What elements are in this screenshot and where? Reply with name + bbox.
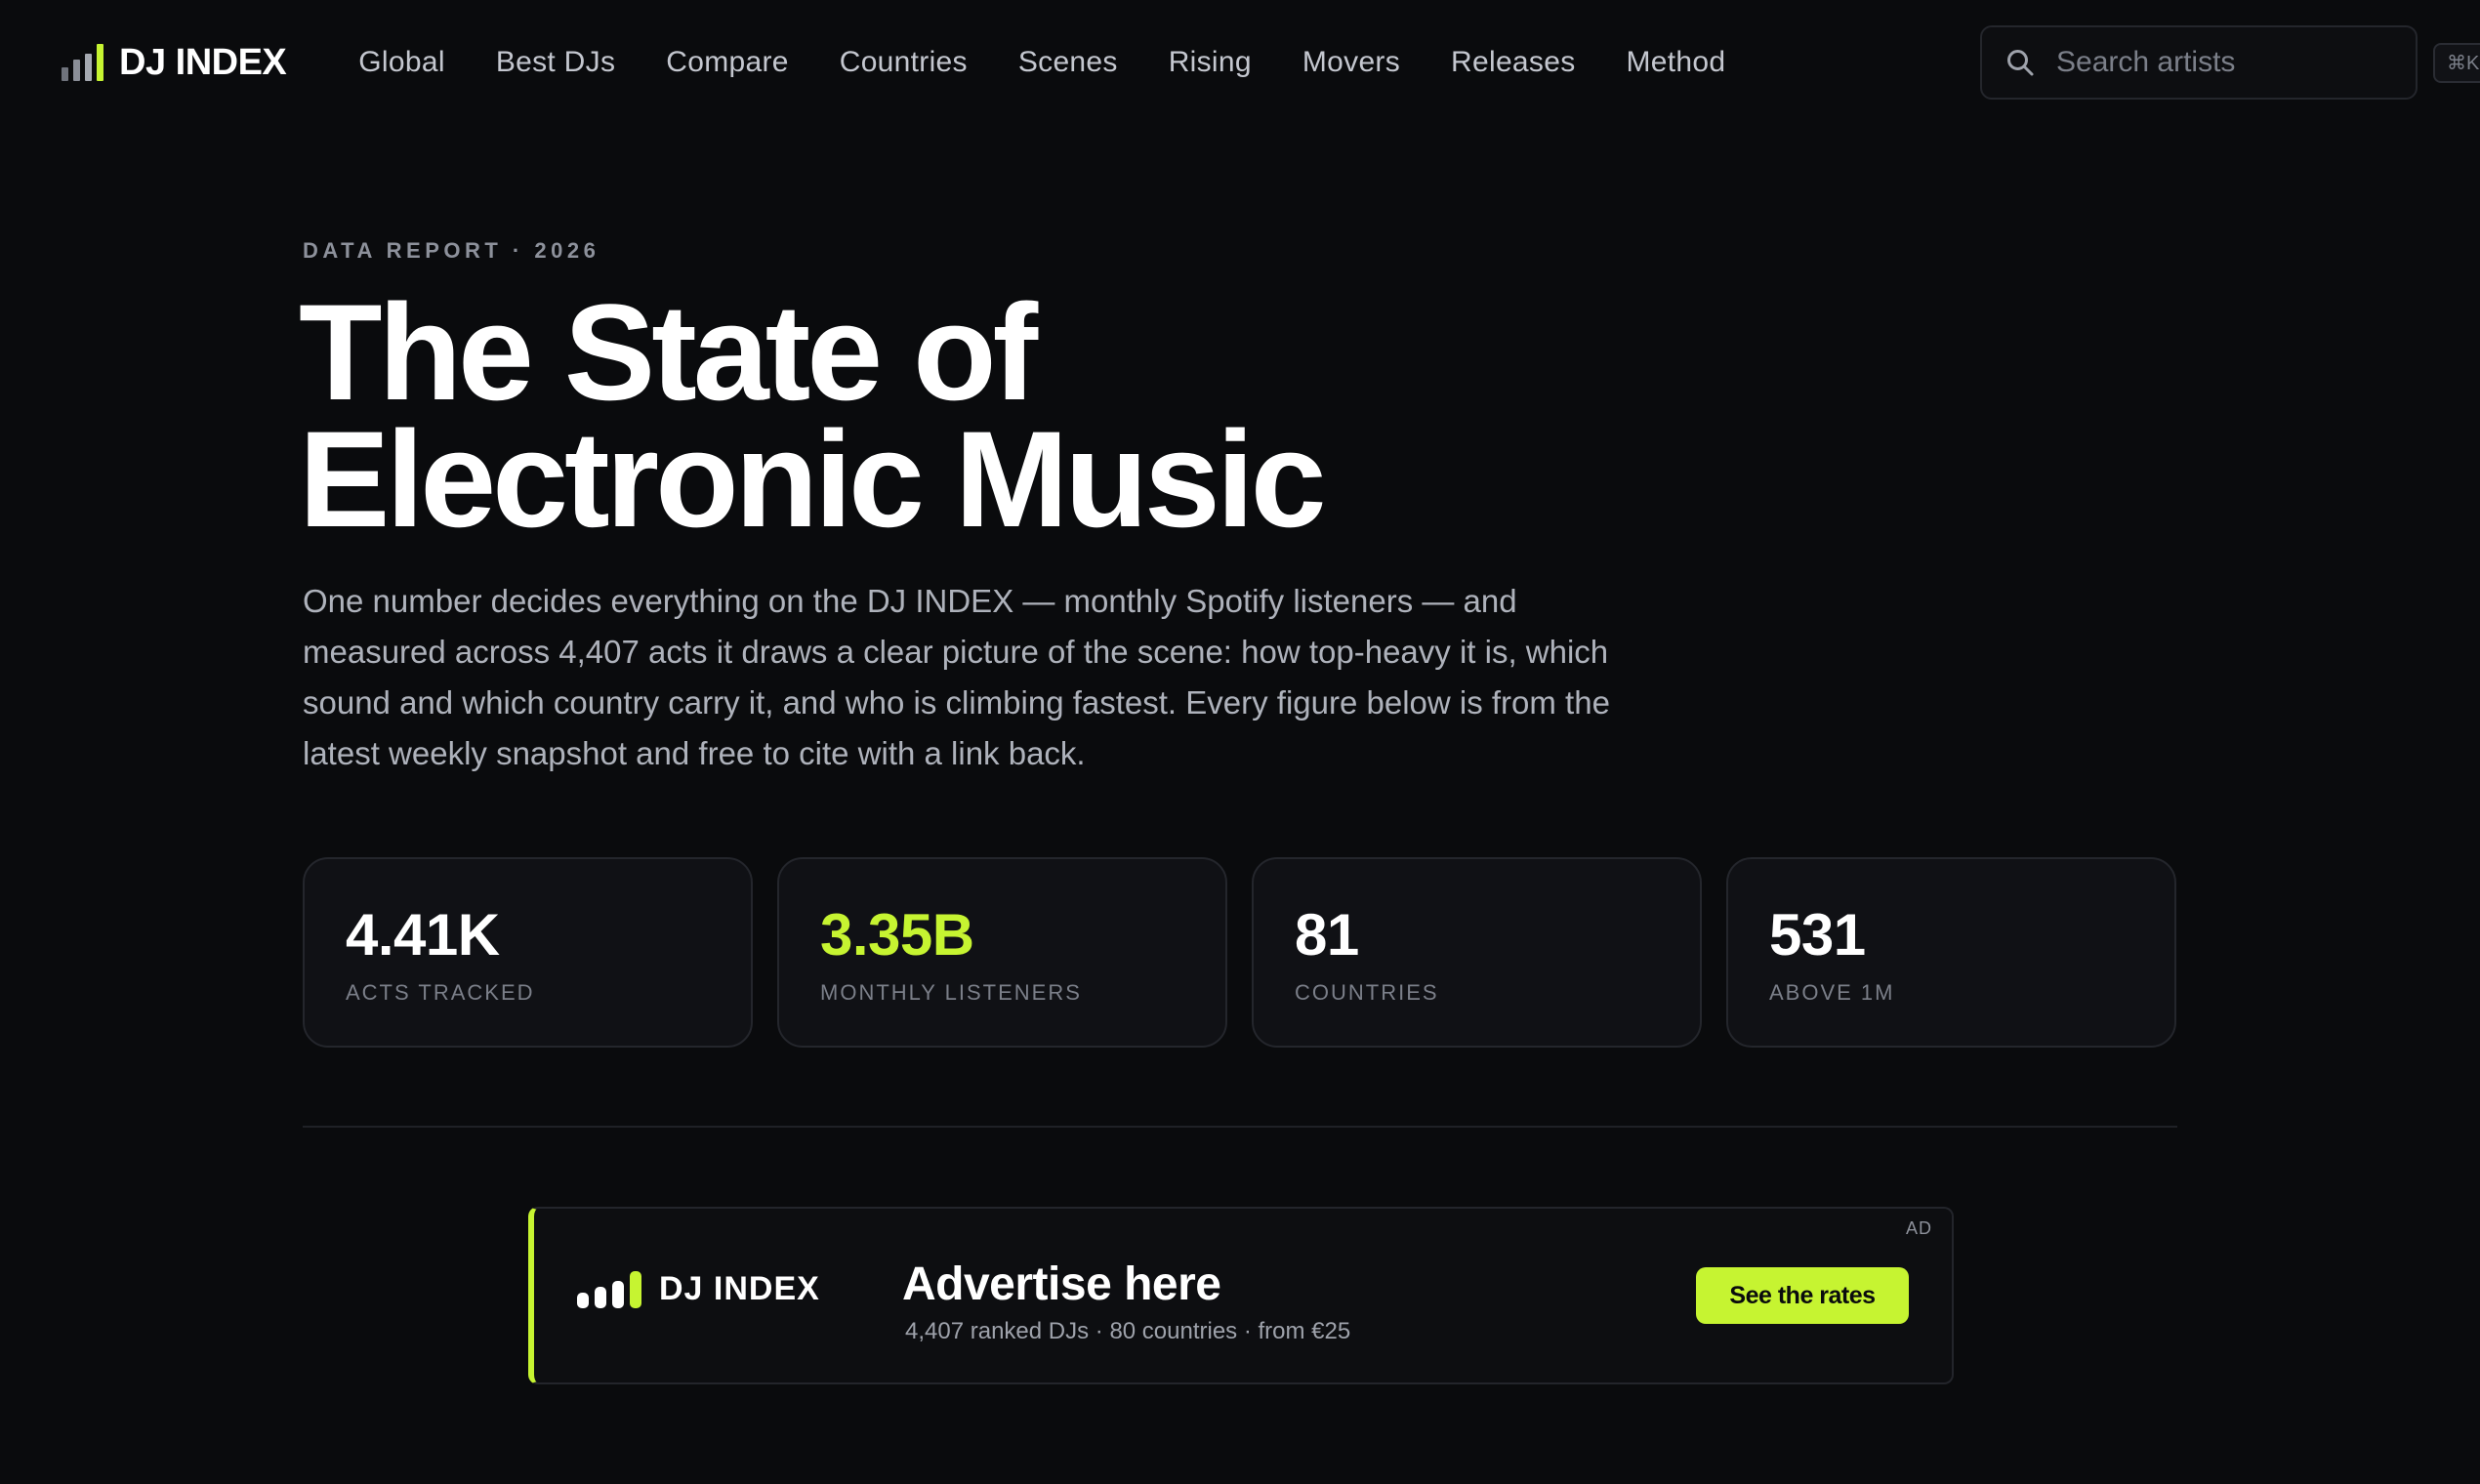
main-nav: Global Best DJs Compare Countries Scenes…: [358, 46, 1751, 79]
stat-value: 531: [1769, 902, 1866, 968]
page-title-line-2: Electronic Music: [299, 402, 1327, 556]
ad-subline: 4,407 ranked DJs · 80 countries · from €…: [905, 1318, 1351, 1344]
brand-name: DJ INDEX: [119, 41, 287, 83]
page: DJ INDEX Global Best DJs Compare Countri…: [0, 0, 2480, 1484]
ad-label: AD: [1905, 1218, 1932, 1238]
stats-row: 4.41K ACTS TRACKED 3.35B MONTHLY LISTENE…: [303, 857, 2176, 1048]
page-title: The State of Electronic Music: [299, 284, 1666, 548]
section-divider: [303, 1126, 2177, 1128]
stat-label: ABOVE 1M: [1769, 980, 1895, 1005]
nav-item-countries[interactable]: Countries: [814, 46, 993, 79]
search-box[interactable]: ⌘K: [1980, 25, 2480, 100]
stat-label: ACTS TRACKED: [346, 980, 535, 1005]
nav-item-releases[interactable]: Releases: [1426, 46, 1600, 79]
see-rates-button[interactable]: See the rates: [1696, 1267, 1909, 1324]
ad-brand-logo: DJ INDEX: [577, 1269, 820, 1308]
search-icon: [2007, 50, 2034, 76]
nav-item-movers[interactable]: Movers: [1277, 46, 1426, 79]
nav-item-global[interactable]: Global: [358, 46, 471, 79]
ad-banner[interactable]: AD DJ INDEX Advertise here 4,407 ranked …: [528, 1207, 1954, 1384]
nav-item-scenes[interactable]: Scenes: [993, 46, 1143, 79]
nav-item-best-djs[interactable]: Best DJs: [471, 46, 641, 79]
stat-card-above-1m: 531 ABOVE 1M: [1726, 857, 2176, 1048]
intro-paragraph: One number decides everything on the DJ …: [303, 583, 1610, 771]
stat-label: COUNTRIES: [1295, 980, 1439, 1005]
report-eyebrow: DATA REPORT · 2026: [303, 238, 600, 263]
ad-headline: Advertise here: [902, 1258, 1221, 1310]
top-nav-bar: DJ INDEX Global Best DJs Compare Countri…: [0, 0, 2480, 125]
search-input[interactable]: [2056, 46, 2433, 79]
nav-item-method[interactable]: Method: [1601, 46, 1752, 79]
stat-card-countries: 81 COUNTRIES: [1252, 857, 1702, 1048]
stat-value: 3.35B: [820, 902, 974, 968]
stat-card-listeners: 3.35B MONTHLY LISTENERS: [777, 857, 1227, 1048]
stat-label: MONTHLY LISTENERS: [820, 980, 1082, 1005]
ad-brand-name: DJ INDEX: [659, 1269, 820, 1307]
stat-value: 4.41K: [346, 902, 500, 968]
bar-chart-icon: [62, 44, 103, 81]
brand-logo[interactable]: DJ INDEX: [62, 41, 287, 84]
search-shortcut-hint: ⌘K: [2433, 42, 2480, 83]
stat-value: 81: [1295, 902, 1359, 968]
nav-item-compare[interactable]: Compare: [641, 46, 813, 79]
nav-item-rising[interactable]: Rising: [1143, 46, 1277, 79]
bar-chart-icon: [577, 1269, 641, 1308]
stat-card-acts: 4.41K ACTS TRACKED: [303, 857, 753, 1048]
